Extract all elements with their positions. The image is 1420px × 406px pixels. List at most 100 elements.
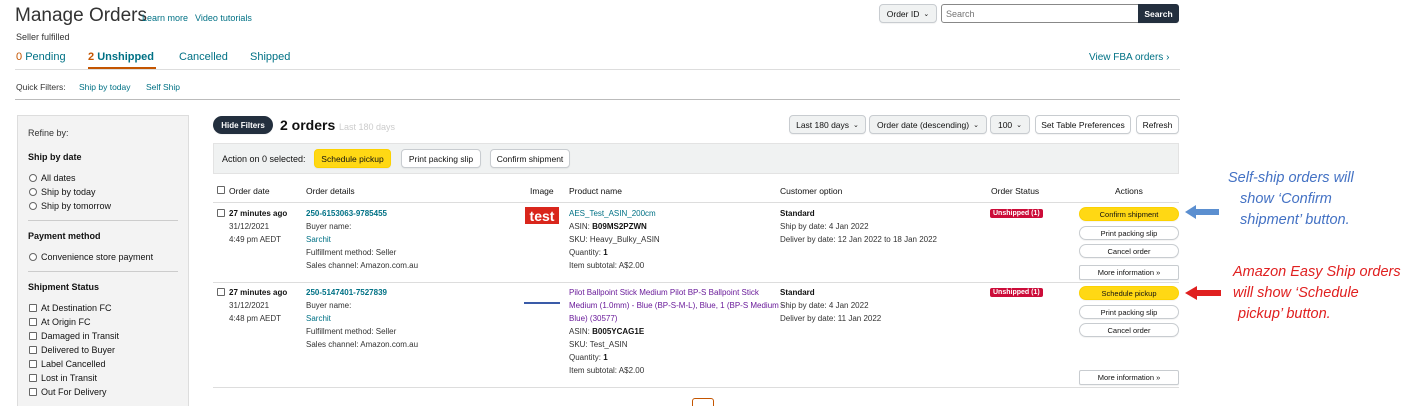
asin-label: ASIN: — [569, 327, 590, 336]
quantity-value: 1 — [603, 248, 608, 257]
hide-filters-button[interactable]: Hide Filters — [213, 116, 273, 134]
status-damaged-in-transit-checkbox[interactable]: Damaged in Transit — [29, 331, 119, 341]
radio-icon — [29, 253, 37, 261]
product-name-link[interactable]: AES_Test_ASIN_200cm — [569, 208, 656, 219]
product-sku: SKU: Heavy_Bulky_ASIN — [569, 235, 660, 244]
page-subtitle: Seller fulfilled — [16, 32, 70, 42]
refresh-button[interactable]: Refresh — [1136, 115, 1179, 134]
pagination-button[interactable] — [692, 398, 714, 406]
quick-filters-divider — [15, 99, 1180, 100]
print-packing-slip-button[interactable]: Print packing slip — [1079, 226, 1179, 240]
product-name-line: Pilot Ballpoint Stick Medium Pilot BP-S … — [569, 288, 759, 297]
product-image-text: test — [529, 207, 555, 224]
sales-channel: Sales channel: Amazon.com.au — [306, 340, 419, 349]
sort-order-select[interactable]: Order date (descending) ⌄ — [869, 115, 987, 134]
set-table-preferences-button[interactable]: Set Table Preferences — [1035, 115, 1131, 134]
shipment-status-heading: Shipment Status — [28, 282, 100, 292]
quick-filters-label: Quick Filters: — [16, 82, 66, 92]
status-lost-in-transit-checkbox[interactable]: Lost in Transit — [29, 373, 97, 383]
status-label-cancelled-checkbox[interactable]: Label Cancelled — [29, 359, 106, 369]
tab-pending[interactable]: 0 Pending — [16, 51, 66, 63]
easy-ship-annotation: Amazon Easy Ship orders will show ‘Sched… — [1233, 262, 1401, 325]
row-checkbox[interactable] — [217, 209, 225, 217]
ship-by-today-radio[interactable]: Ship by today — [29, 187, 96, 197]
fulfillment-method: Fulfillment method: Seller — [306, 248, 397, 257]
page-title: Manage Orders — [15, 5, 148, 26]
order-time: 4:49 pm AEDT — [229, 235, 282, 244]
page-size-select[interactable]: 100 ⌄ — [990, 115, 1030, 134]
status-out-for-delivery-checkbox[interactable]: Out For Delivery — [29, 387, 107, 397]
radio-label: Convenience store payment — [41, 252, 154, 262]
quick-filter-ship-by-today[interactable]: Ship by today — [79, 82, 131, 92]
order-id-link[interactable]: 250-5147401-7527839 — [306, 287, 387, 298]
convenience-store-payment-radio[interactable]: Convenience store payment — [29, 252, 153, 262]
product-name-line: Medium (1.0mm) - Blue (BP-S-M-L), Blue, … — [569, 301, 784, 310]
learn-more-link[interactable]: Learn more — [142, 13, 188, 23]
ship-by-tomorrow-radio[interactable]: Ship by tomorrow — [29, 201, 111, 211]
checkbox-icon — [29, 318, 37, 326]
schedule-pickup-button[interactable]: Schedule pickup — [1079, 286, 1179, 300]
tab-cancelled[interactable]: Cancelled — [179, 51, 228, 63]
order-id-link[interactable]: 250-6153063-9785455 — [306, 208, 387, 219]
fulfillment-method: Fulfillment method: Seller — [306, 327, 397, 336]
orders-period: Last 180 days — [339, 122, 396, 132]
checkbox-label: At Destination FC — [41, 303, 112, 313]
radio-label: All dates — [41, 173, 76, 183]
tab-unshipped[interactable]: 2 Unshipped — [88, 51, 154, 63]
date-range-select[interactable]: Last 180 days ⌄ — [789, 115, 866, 134]
refine-by-label: Refine by: — [28, 128, 69, 138]
product-image[interactable]: test — [525, 207, 559, 224]
checkbox-icon — [29, 346, 37, 354]
order-time-ago-text: 27 minutes ago — [229, 209, 288, 218]
tab-pending-label: Pending — [25, 51, 66, 63]
search-type-select[interactable]: Order ID ⌄ — [879, 4, 937, 23]
cancel-order-button[interactable]: Cancel order — [1079, 323, 1179, 337]
more-information-button[interactable]: More information » — [1079, 265, 1179, 280]
product-image[interactable] — [524, 302, 560, 304]
quantity-label: Quantity: — [569, 248, 602, 257]
customer-option: Standard — [780, 208, 815, 219]
more-information-button[interactable]: More information » — [1079, 370, 1179, 385]
product-name-link[interactable]: Pilot Ballpoint Stick Medium Pilot BP-S … — [569, 287, 784, 324]
buyer-name-label: Buyer name: — [306, 222, 352, 231]
checkbox-label: Label Cancelled — [41, 359, 106, 369]
bulk-confirm-shipment-button[interactable]: Confirm shipment — [490, 149, 570, 168]
search-input[interactable] — [941, 4, 1139, 23]
quick-filter-self-ship[interactable]: Self Ship — [146, 82, 180, 92]
tab-unshipped-count: 2 — [88, 51, 95, 63]
select-all-checkbox[interactable] — [217, 186, 225, 194]
sales-channel: Sales channel: Amazon.com.au — [306, 261, 419, 270]
cancel-order-button[interactable]: Cancel order — [1079, 244, 1179, 258]
order-date: 31/12/2021 — [229, 301, 270, 310]
buyer-name-label: Buyer name: — [306, 301, 352, 310]
buyer-name-link[interactable]: Sarchit — [306, 234, 331, 245]
view-fba-orders-link[interactable]: View FBA orders › — [1089, 52, 1169, 63]
order-time-ago: 27 minutes ago — [229, 208, 287, 219]
status-at-destination-fc-checkbox[interactable]: At Destination FC — [29, 303, 112, 313]
chevron-down-icon: ⌄ — [973, 121, 979, 129]
search-button[interactable]: Search — [1138, 4, 1179, 23]
tab-shipped[interactable]: Shipped — [250, 51, 290, 63]
arrow-icon — [1185, 205, 1219, 219]
video-tutorials-link[interactable]: Video tutorials — [195, 13, 252, 23]
print-packing-slip-button[interactable]: Print packing slip — [1079, 305, 1179, 319]
column-header-order-date[interactable]: Order date — [229, 186, 270, 196]
annotation-line: Self-ship orders will — [1228, 170, 1354, 186]
column-header-order-details: Order details — [306, 186, 355, 196]
status-delivered-to-buyer-checkbox[interactable]: Delivered to Buyer — [29, 345, 115, 355]
annotation-line: will show ‘Schedule — [1233, 285, 1359, 301]
column-header-customer-option: Customer option — [780, 186, 843, 196]
ship-by-date: Ship by date: 4 Jan 2022 — [780, 222, 869, 231]
red-arrow — [1185, 286, 1221, 300]
row-checkbox[interactable] — [217, 288, 225, 296]
bulk-print-packing-slip-button[interactable]: Print packing slip — [401, 149, 481, 168]
radio-icon — [29, 202, 37, 210]
checkbox-label: At Origin FC — [41, 317, 91, 327]
confirm-shipment-button[interactable]: Confirm shipment — [1079, 207, 1179, 221]
search-type-label: Order ID — [886, 8, 920, 19]
status-at-origin-fc-checkbox[interactable]: At Origin FC — [29, 317, 91, 327]
row-divider — [213, 387, 1179, 388]
ship-by-all-dates-radio[interactable]: All dates — [29, 173, 76, 183]
bulk-schedule-pickup-button[interactable]: Schedule pickup — [314, 149, 391, 168]
buyer-name-link[interactable]: Sarchit — [306, 313, 331, 324]
